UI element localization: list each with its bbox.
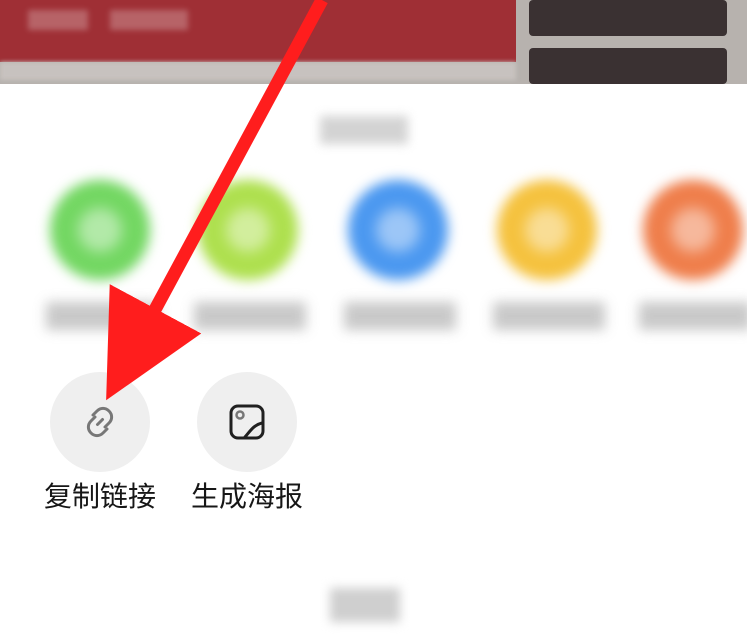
share-target-label [194,302,306,330]
qq-zone-icon-center [525,208,569,252]
generate-poster-label: 生成海报 [190,480,303,513]
qq-friend-icon [348,180,448,280]
copy-link-label: 复制链接 [43,480,156,513]
qq-friend-icon-center [376,208,420,252]
banner-shadow [0,62,516,80]
blurred-banner-text [28,10,88,30]
image-icon [229,404,265,440]
share-target-label [639,302,747,330]
moments-icon-center [226,208,270,252]
share-target-label [493,302,605,330]
weibo-icon-center [671,208,715,252]
weibo-icon [643,180,743,280]
banner-dark-panel [529,0,727,36]
qq-zone-icon [497,180,597,280]
wechat-friend-icon [50,180,150,280]
share-sheet [0,84,747,643]
cancel-button[interactable] [330,588,400,622]
link-icon [86,406,114,438]
blurred-background-banner [0,0,747,84]
share-sheet-title [320,116,408,144]
moments-icon [198,180,298,280]
copy-link-circle [50,372,150,472]
banner-dark-panel [529,48,727,84]
share-target-label [46,302,158,330]
share-page: 复制链接 生成海报 [0,0,747,643]
wechat-friend-icon-center [78,208,122,252]
blurred-banner-text [110,10,188,30]
generate-poster-circle [197,372,297,472]
share-target-label [344,302,456,330]
